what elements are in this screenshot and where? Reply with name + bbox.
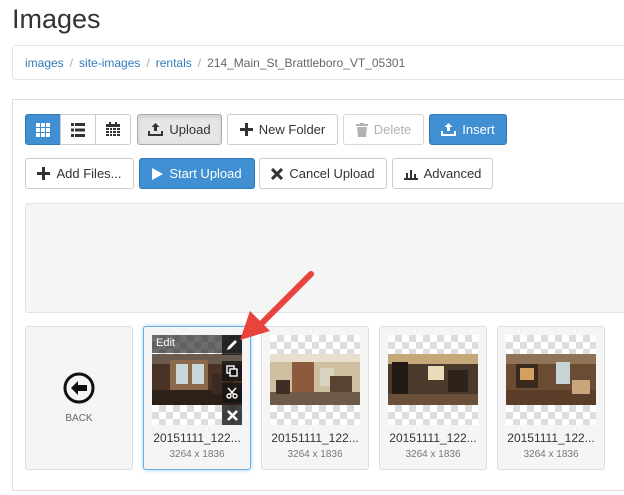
- upload-dropzone[interactable]: [25, 203, 624, 313]
- play-icon: [152, 167, 164, 180]
- delete-button[interactable]: Delete: [343, 114, 424, 145]
- edit-label[interactable]: Edit: [156, 337, 175, 349]
- breadcrumb-separator: /: [197, 56, 202, 70]
- file-tile[interactable]: 20151111_122... 3264 x 1836: [379, 326, 487, 470]
- add-files-button-label: Add Files...: [56, 166, 122, 181]
- file-dimensions: 3264 x 1836: [405, 449, 461, 460]
- bar-chart-icon: [403, 168, 418, 180]
- back-label: BACK: [65, 413, 93, 424]
- thumbnail: [506, 335, 596, 425]
- delete-button-label: Delete: [373, 122, 412, 137]
- breadcrumb-link-images[interactable]: images: [25, 56, 64, 70]
- copy-icon[interactable]: [222, 361, 242, 381]
- advanced-button-label: Advanced: [423, 166, 482, 181]
- file-tile[interactable]: 20151111_122... 3264 x 1836: [261, 326, 369, 470]
- trash-icon: [355, 122, 368, 137]
- file-name: 20151111_122...: [271, 431, 359, 445]
- close-icon: [271, 167, 284, 180]
- file-dimensions: 3264 x 1836: [169, 449, 225, 460]
- new-folder-button-label: New Folder: [258, 122, 326, 137]
- cancel-upload-button[interactable]: Cancel Upload: [259, 158, 387, 189]
- plus-icon: [37, 167, 51, 180]
- breadcrumb: images / site-images / rentals / 214_Main_St_B…: [12, 45, 624, 80]
- thumbnail: Edit: [152, 335, 242, 425]
- file-name: 20151111_122...: [507, 431, 595, 445]
- file-name: 20151111_122...: [153, 431, 241, 445]
- thumbnail: [388, 335, 478, 425]
- new-folder-button[interactable]: New Folder: [227, 114, 338, 145]
- plus-icon: [239, 123, 253, 136]
- photo-thumbnail: [270, 354, 360, 405]
- calendar-view-button[interactable]: [95, 114, 131, 145]
- upload-icon: [148, 123, 164, 136]
- photo-thumbnail: [388, 354, 478, 405]
- page-title: Images: [12, 4, 101, 34]
- file-dimensions: 3264 x 1836: [523, 449, 579, 460]
- upload-button-label: Upload: [169, 122, 211, 137]
- breadcrumb-link-site-images[interactable]: site-images: [79, 56, 140, 70]
- breadcrumb-current: 214_Main_St_Brattleboro_VT_05301: [207, 56, 406, 70]
- list-view-button[interactable]: [60, 114, 96, 145]
- grid-view-button[interactable]: [25, 114, 61, 145]
- file-name: 20151111_122...: [389, 431, 477, 445]
- photo-thumbnail: [506, 354, 596, 405]
- file-dimensions: 3264 x 1836: [287, 449, 343, 460]
- file-tile[interactable]: 20151111_122... 3264 x 1836: [497, 326, 605, 470]
- calendar-icon: [106, 122, 120, 137]
- insert-icon: [441, 123, 457, 136]
- back-arrow-icon: [63, 372, 95, 409]
- insert-button-label: Insert: [462, 122, 495, 137]
- cancel-upload-button-label: Cancel Upload: [289, 166, 375, 181]
- insert-button[interactable]: Insert: [429, 114, 507, 145]
- thumbnail: [270, 335, 360, 425]
- pencil-icon[interactable]: [222, 335, 242, 355]
- breadcrumb-link-rentals[interactable]: rentals: [156, 56, 192, 70]
- close-icon[interactable]: [222, 405, 242, 425]
- grid-icon: [36, 122, 50, 137]
- add-files-button[interactable]: Add Files...: [25, 158, 134, 189]
- back-tile[interactable]: BACK: [25, 326, 133, 470]
- breadcrumb-separator: /: [146, 56, 150, 70]
- upload-button[interactable]: Upload: [137, 114, 222, 145]
- file-tile[interactable]: Edit 20151111_122... 3264 x 1836: [143, 326, 251, 470]
- breadcrumb-separator: /: [69, 56, 74, 70]
- start-upload-button[interactable]: Start Upload: [139, 158, 255, 189]
- list-icon: [71, 122, 85, 137]
- start-upload-button-label: Start Upload: [169, 166, 242, 181]
- scissors-icon[interactable]: [222, 383, 242, 403]
- advanced-button[interactable]: Advanced: [392, 158, 493, 189]
